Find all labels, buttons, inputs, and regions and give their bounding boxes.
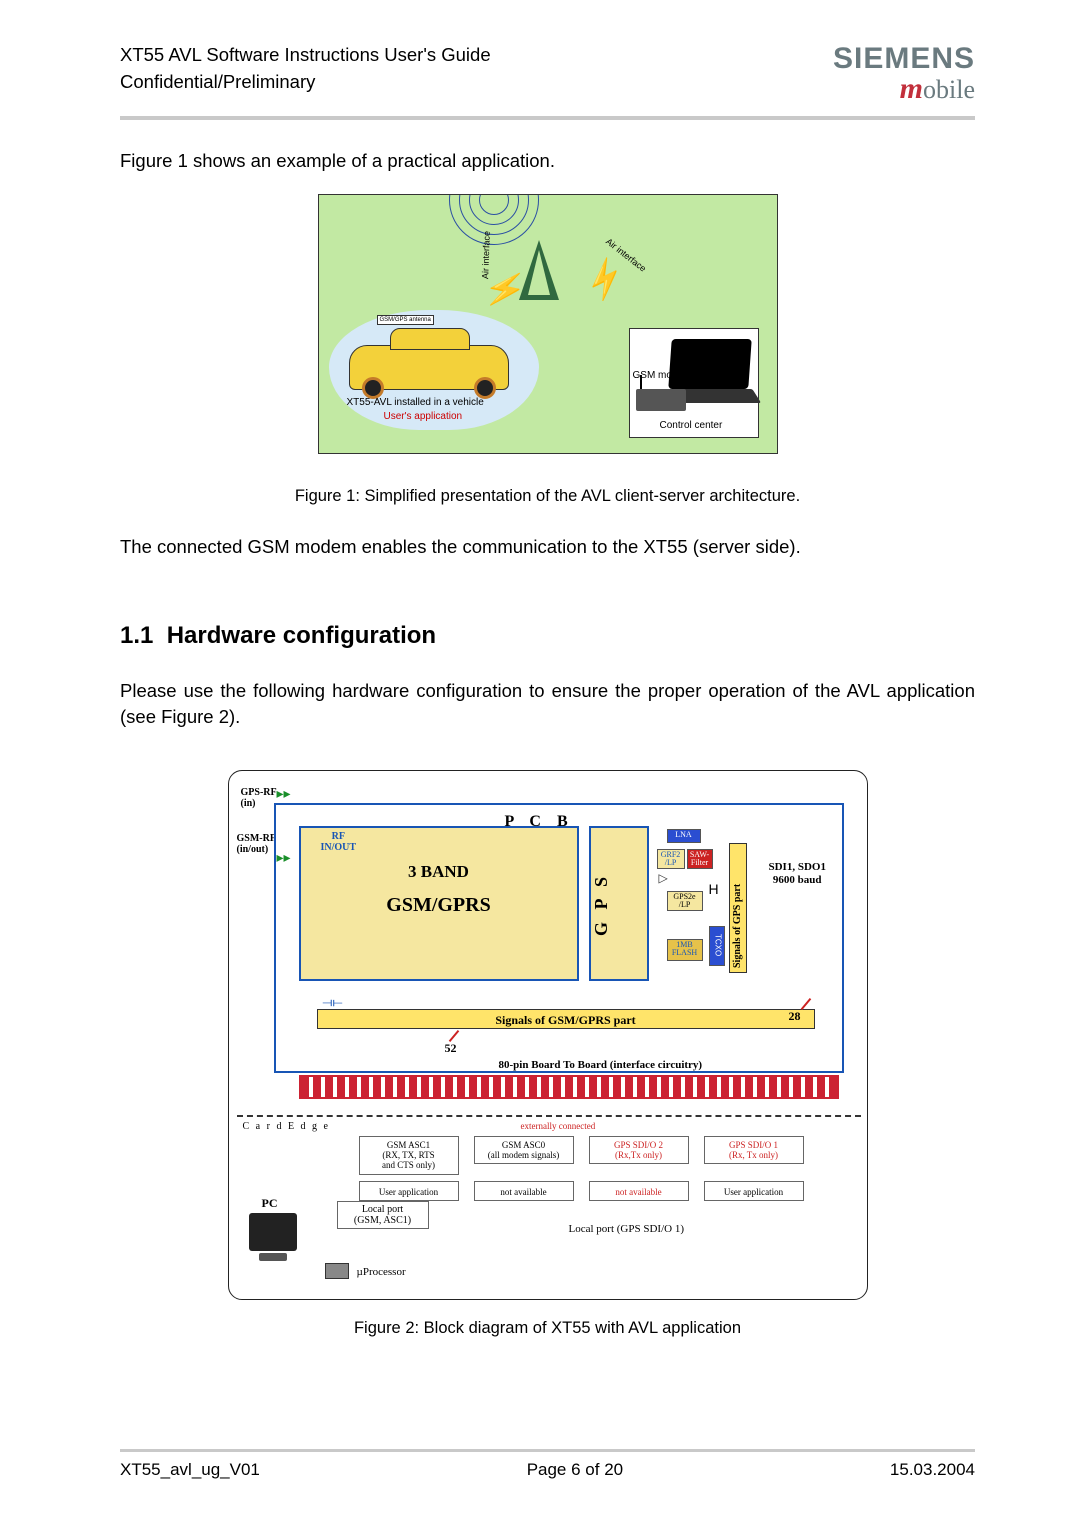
gps2e-box: GPS2e/LP bbox=[667, 891, 703, 911]
tcxo-box: TCXO bbox=[709, 926, 725, 966]
figure-2-caption: Figure 2: Block diagram of XT55 with AVL… bbox=[120, 1319, 975, 1338]
col-gps-sdio1: GPS SDI/O 1(Rx, Tx only) bbox=[704, 1136, 804, 1165]
antenna-box-label: GSM/GPS antenna bbox=[377, 315, 434, 325]
lightning-icon: ⚡ bbox=[577, 253, 632, 307]
footer-divider bbox=[120, 1449, 975, 1452]
brand-siemens: SIEMENS bbox=[833, 42, 975, 76]
brand-mobile: mobile bbox=[833, 72, 975, 106]
col-user-app-a: User application bbox=[359, 1181, 459, 1201]
section-heading: 1.1 Hardware configuration bbox=[120, 622, 975, 650]
signals-gps-bar: Signals of GPS part bbox=[729, 843, 747, 973]
footer-page-number: Page 6 of 20 bbox=[527, 1460, 623, 1480]
gsm-gprs-label: GSM/GPRS bbox=[301, 894, 577, 917]
col-not-avail-b: not available bbox=[474, 1181, 574, 1201]
brand-mobile-rest: obile bbox=[923, 75, 975, 104]
three-band-label: 3 BAND bbox=[301, 862, 577, 882]
doc-title: XT55 AVL Software Instructions User's Gu… bbox=[120, 42, 491, 69]
arrow-icon: ▸▸ bbox=[277, 785, 291, 802]
brand-block: SIEMENS mobile bbox=[833, 42, 975, 106]
gsm-modem-label: GSM modem bbox=[633, 370, 692, 381]
gps-rf-label: GPS-RF(in) bbox=[241, 787, 277, 809]
saw-filter-box: SAW-Filter bbox=[687, 849, 713, 869]
control-center-label: Control center bbox=[660, 420, 723, 431]
flash-box: 1MBFLASH bbox=[667, 939, 703, 961]
footer-doc-id: XT55_avl_ug_V01 bbox=[120, 1460, 260, 1480]
user-app-label: User's application bbox=[384, 411, 463, 422]
laptop-icon bbox=[668, 339, 751, 389]
car-icon bbox=[349, 345, 509, 390]
b2b-label: 80-pin Board To Board (interface circuit… bbox=[499, 1059, 703, 1071]
pc-label: PC bbox=[262, 1196, 278, 1211]
local-port-gsm-box: Local port(GSM, ASC1) bbox=[337, 1201, 429, 1229]
mid-paragraph: The connected GSM modem enables the comm… bbox=[120, 534, 975, 560]
grf2-box: GRF2/LP bbox=[657, 849, 685, 869]
pin-count-52: 52 bbox=[445, 1041, 457, 1056]
pc-monitor-icon bbox=[249, 1213, 297, 1251]
header-divider bbox=[120, 116, 975, 120]
figure-2-diagram: GPS-RF(in) ▸▸ GSM-RF(in/out) ▸▸ P C B 3 … bbox=[228, 770, 868, 1300]
lna-box: LNA bbox=[667, 829, 701, 843]
page-header: XT55 AVL Software Instructions User's Gu… bbox=[120, 42, 975, 114]
capacitor-icon: ⟞⟝ bbox=[323, 995, 343, 1010]
control-center-box: Control center bbox=[629, 328, 759, 438]
section-paragraph: Please use the following hardware config… bbox=[120, 678, 975, 730]
h-symbol: H bbox=[709, 881, 719, 897]
doc-subtitle: Confidential/Preliminary bbox=[120, 69, 491, 96]
col-gsm-asc1: GSM ASC1(RX, TX, RTSand CTS only) bbox=[359, 1136, 459, 1175]
gsm-rf-label: GSM-RF(in/out) bbox=[237, 833, 276, 855]
chip-icon bbox=[325, 1263, 349, 1279]
col-not-avail-c: not available bbox=[589, 1181, 689, 1201]
brand-mobile-m: m bbox=[900, 72, 923, 105]
section-number: 1.1 bbox=[120, 622, 153, 649]
intro-paragraph: Figure 1 shows an example of a practical… bbox=[120, 148, 975, 174]
col-user-app-d: User application bbox=[704, 1181, 804, 1201]
gsm-modem-icon bbox=[636, 389, 686, 411]
figure-1-diagram: ⚡ ⚡ Air interface Air interface GSM/GPS … bbox=[318, 194, 778, 454]
card-edge-label: C a r d E d g e bbox=[243, 1121, 331, 1132]
rf-inout-label: RFIN/OUT bbox=[321, 831, 357, 853]
col-gsm-asc0: GSM ASC0(all modem signals) bbox=[474, 1136, 574, 1165]
uprocessor-label: µProcessor bbox=[357, 1266, 406, 1278]
gps-vertical-label: G P S bbox=[591, 829, 612, 979]
figure-2-container: GPS-RF(in) ▸▸ GSM-RF(in/out) ▸▸ P C B 3 … bbox=[120, 750, 975, 1338]
figure-1-caption: Figure 1: Simplified presentation of the… bbox=[120, 487, 975, 506]
col-gps-sdio2: GPS SDI/O 2(Rx,Tx only) bbox=[589, 1136, 689, 1165]
local-port-gps-label: Local port (GPS SDI/O 1) bbox=[569, 1223, 685, 1235]
signals-gsm-bar: Signals of GSM/GPRS part bbox=[317, 1009, 815, 1029]
ext-connected-label: externally connected bbox=[521, 1121, 596, 1131]
pin-count-28: 28 bbox=[789, 1009, 801, 1024]
air-interface-label: Air interface bbox=[480, 231, 492, 279]
header-title-block: XT55 AVL Software Instructions User's Gu… bbox=[120, 42, 491, 96]
figure-1-container: ⚡ ⚡ Air interface Air interface GSM/GPS … bbox=[120, 194, 975, 506]
card-edge-line bbox=[237, 1115, 861, 1117]
sdi-label: SDI1, SDO19600 baud bbox=[769, 861, 826, 887]
page-footer: XT55_avl_ug_V01 Page 6 of 20 15.03.2004 bbox=[120, 1449, 975, 1480]
section-title: Hardware configuration bbox=[167, 622, 436, 649]
vehicle-label: XT55-AVL installed in a vehicle bbox=[347, 397, 484, 408]
footer-date: 15.03.2004 bbox=[890, 1460, 975, 1480]
board-connector-icon bbox=[299, 1075, 839, 1099]
amp-triangle-icon: ▷ bbox=[659, 871, 668, 885]
